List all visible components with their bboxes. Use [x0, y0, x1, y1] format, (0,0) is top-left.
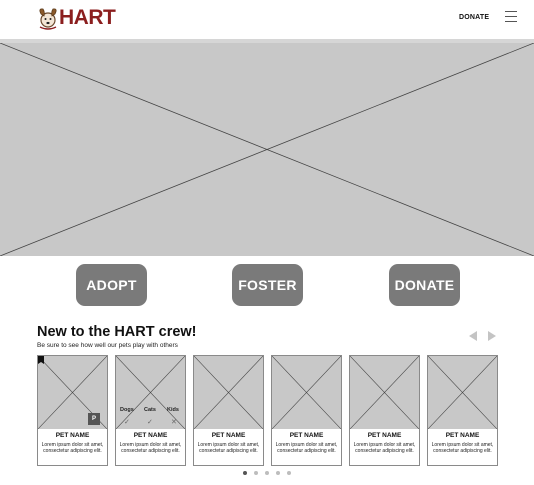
- check-icon: ✓: [124, 419, 130, 426]
- pet-name: PET NAME: [211, 432, 246, 439]
- pet-name: PET NAME: [133, 432, 168, 439]
- pagination-dot[interactable]: [287, 471, 291, 475]
- pet-card[interactable]: Dogs Cats Kids ✓ ✓ ✕ PET NAME Lorem ipsu…: [115, 355, 186, 466]
- header: HART DONATE: [0, 0, 534, 40]
- pet-card[interactable]: PET NAME Lorem ipsum dolor sit amet, con…: [193, 355, 264, 466]
- hamburger-menu-icon[interactable]: [505, 11, 517, 23]
- pet-name: PET NAME: [445, 432, 480, 439]
- pet-badge: P: [88, 413, 100, 425]
- logo-text: HART: [59, 6, 116, 29]
- arrow-left-icon[interactable]: [468, 330, 478, 342]
- hero-image-placeholder: [0, 43, 534, 256]
- pet-name: PET NAME: [289, 432, 324, 439]
- pet-description: Lorem ipsum dolor sit amet, consectetur …: [41, 442, 104, 454]
- pet-image-placeholder: [350, 356, 419, 429]
- section-title: New to the HART crew!: [37, 324, 197, 340]
- section-subtitle: Be sure to see how well our pets play wi…: [37, 342, 178, 349]
- carousel-pagination: [243, 471, 295, 476]
- placeholder-cross-icon: [272, 356, 341, 429]
- pet-card[interactable]: P PET NAME Lorem ipsum dolor sit amet, c…: [37, 355, 108, 466]
- dog-logo-icon: [39, 8, 57, 30]
- nav-donate-link[interactable]: DONATE: [459, 14, 489, 21]
- pet-card[interactable]: PET NAME Lorem ipsum dolor sit amet, con…: [271, 355, 342, 466]
- pet-card[interactable]: PET NAME Lorem ipsum dolor sit amet, con…: [349, 355, 420, 466]
- pet-description: Lorem ipsum dolor sit amet, consectetur …: [197, 442, 260, 454]
- placeholder-cross-icon: [194, 356, 263, 429]
- pagination-dot[interactable]: [254, 471, 258, 475]
- pet-image-placeholder: [272, 356, 341, 429]
- foster-button[interactable]: FOSTER: [232, 264, 303, 306]
- logo[interactable]: HART: [36, 3, 116, 33]
- pet-description: Lorem ipsum dolor sit amet, consectetur …: [431, 442, 494, 454]
- pagination-dot[interactable]: [265, 471, 269, 475]
- pet-image-placeholder: Dogs Cats Kids ✓ ✓ ✕: [116, 356, 185, 429]
- pet-image-placeholder: P: [38, 356, 107, 429]
- compat-kids-label: Kids: [167, 407, 179, 413]
- compat-dogs-label: Dogs: [120, 407, 134, 413]
- pagination-dot[interactable]: [276, 471, 280, 475]
- pet-description: Lorem ipsum dolor sit amet, consectetur …: [353, 442, 416, 454]
- compatibility-panel: Dogs Cats Kids ✓ ✓ ✕: [116, 407, 185, 429]
- donate-button[interactable]: DONATE: [389, 264, 460, 306]
- placeholder-cross-icon: [428, 356, 497, 429]
- pagination-dot[interactable]: [243, 471, 247, 475]
- adopt-button[interactable]: ADOPT: [76, 264, 147, 306]
- bookmark-icon[interactable]: [38, 356, 44, 364]
- pet-description: Lorem ipsum dolor sit amet, consectetur …: [119, 442, 182, 454]
- pet-description: Lorem ipsum dolor sit amet, consectetur …: [275, 442, 338, 454]
- pet-name: PET NAME: [55, 432, 90, 439]
- cross-icon: ✕: [171, 419, 177, 426]
- placeholder-cross-icon: [0, 43, 534, 256]
- pet-card[interactable]: PET NAME Lorem ipsum dolor sit amet, con…: [427, 355, 498, 466]
- arrow-right-icon[interactable]: [487, 330, 497, 342]
- placeholder-cross-icon: [350, 356, 419, 429]
- check-icon: ✓: [147, 419, 153, 426]
- compat-cats-label: Cats: [144, 407, 156, 413]
- pet-image-placeholder: [428, 356, 497, 429]
- pet-image-placeholder: [194, 356, 263, 429]
- pet-name: PET NAME: [367, 432, 402, 439]
